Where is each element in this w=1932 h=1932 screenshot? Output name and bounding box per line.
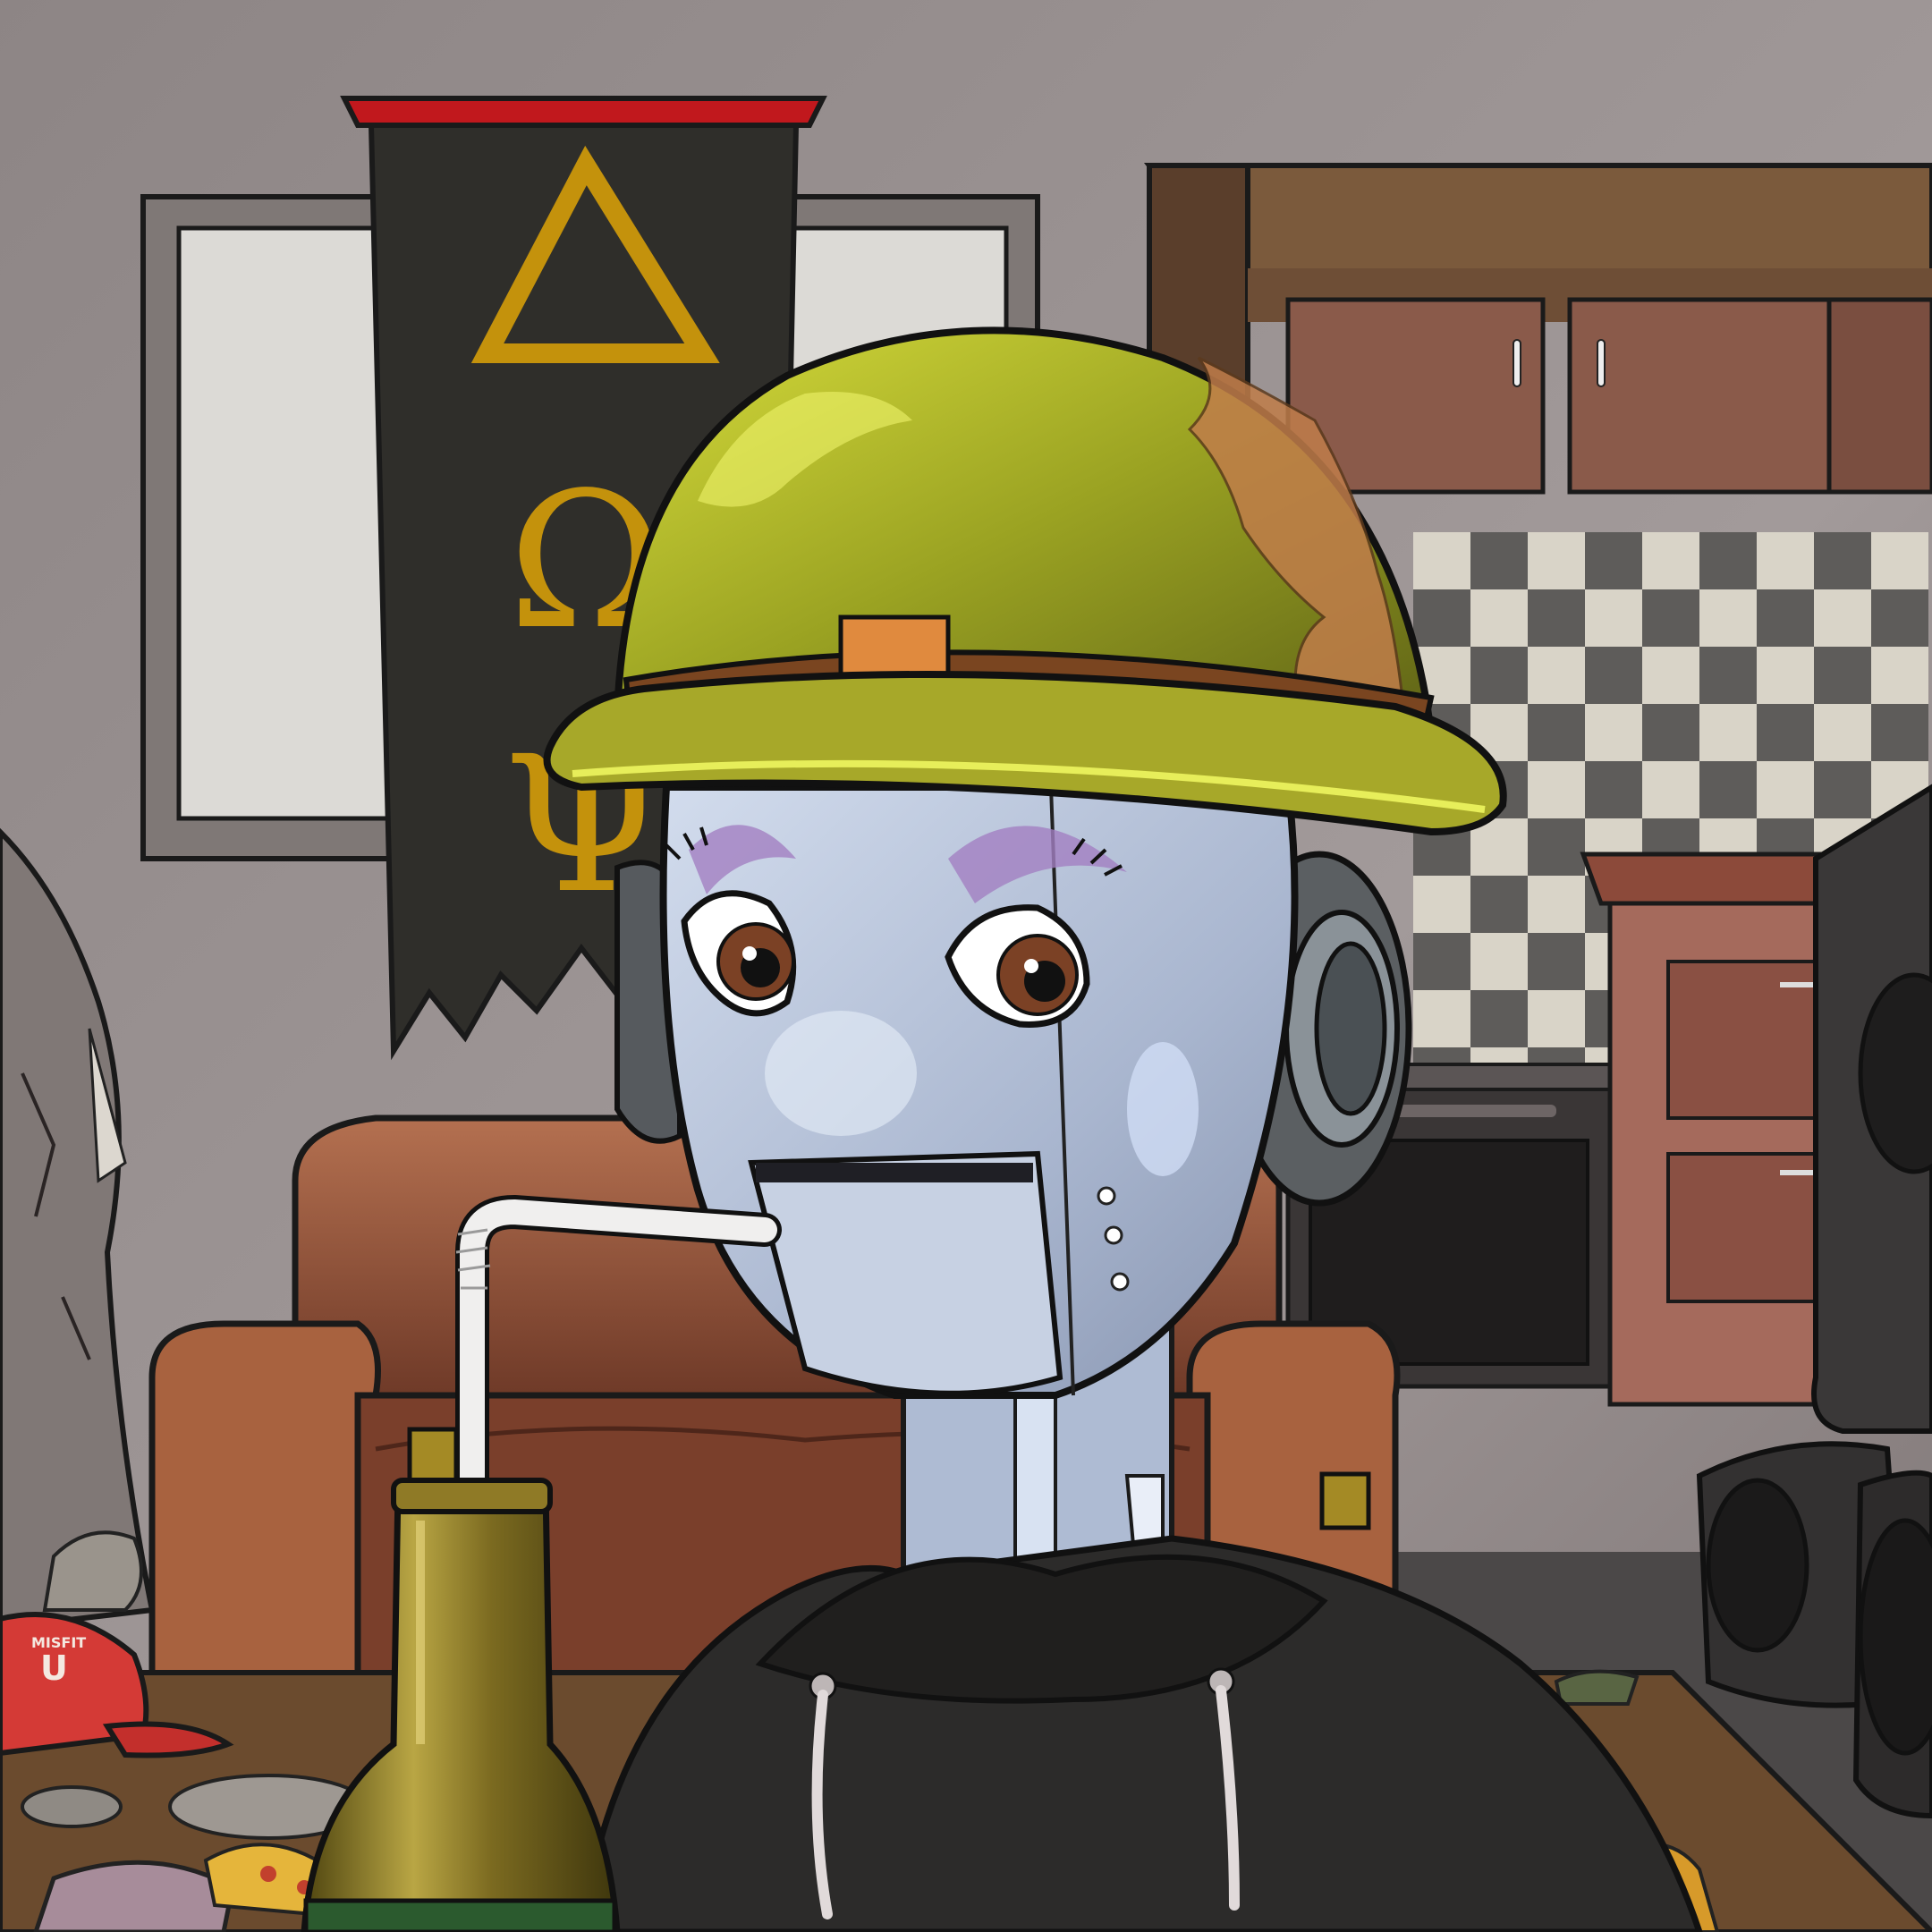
backsplash-tile — [1528, 704, 1585, 761]
backsplash-tile — [1528, 589, 1585, 647]
backsplash-tile — [1814, 647, 1871, 704]
backsplash-tile — [1814, 589, 1871, 647]
backsplash-tile — [1470, 990, 1528, 1047]
backsplash-tile — [1642, 589, 1699, 647]
backsplash-tile — [1757, 761, 1814, 818]
backsplash-tile — [1413, 589, 1470, 647]
backsplash-tile — [1413, 876, 1470, 933]
backsplash-tile — [1528, 818, 1585, 876]
backsplash-tile — [1871, 589, 1928, 647]
backsplash-tile — [1642, 532, 1699, 589]
backsplash-tile — [1413, 532, 1470, 589]
backsplash-tile — [1642, 761, 1699, 818]
backsplash-tile — [1528, 933, 1585, 990]
backsplash-tile — [1528, 761, 1585, 818]
backsplash-tile — [1585, 589, 1642, 647]
backsplash-tile — [1699, 589, 1757, 647]
backsplash-tile — [1585, 532, 1642, 589]
backsplash-tile — [1528, 647, 1585, 704]
backsplash-tile — [1757, 589, 1814, 647]
backsplash-tile — [1470, 532, 1528, 589]
backsplash-tile — [1642, 704, 1699, 761]
backsplash-tile — [1528, 532, 1585, 589]
backsplash-tile — [1470, 647, 1528, 704]
backsplash-tile — [1814, 704, 1871, 761]
backsplash-tile — [1699, 704, 1757, 761]
backsplash-tile — [1757, 704, 1814, 761]
backsplash-tile — [1757, 647, 1814, 704]
backsplash-tile — [1814, 761, 1871, 818]
backsplash-tile — [1413, 990, 1470, 1047]
backsplash-tile — [1470, 876, 1528, 933]
backsplash-tile — [1528, 876, 1585, 933]
backsplash-tile — [1699, 761, 1757, 818]
backsplash-tile — [1814, 532, 1871, 589]
backsplash-tile — [1470, 933, 1528, 990]
cap-letter: U — [40, 1648, 68, 1688]
backsplash-tile — [1699, 647, 1757, 704]
backsplash-tile — [1871, 704, 1928, 761]
backsplash-tile — [1413, 933, 1470, 990]
backsplash-tile — [1528, 990, 1585, 1047]
backsplash-tile — [1585, 761, 1642, 818]
nft-robot-illustration: MISFIT U Ω Ψ — [0, 0, 1932, 1932]
backsplash-tile — [1642, 647, 1699, 704]
backsplash-tile — [1585, 704, 1642, 761]
backsplash-tile — [1871, 532, 1928, 589]
backsplash-tile — [1699, 532, 1757, 589]
backsplash-tile — [1470, 589, 1528, 647]
backsplash-tile — [1757, 532, 1814, 589]
backsplash-tile — [1585, 647, 1642, 704]
backsplash-tile — [1871, 647, 1928, 704]
